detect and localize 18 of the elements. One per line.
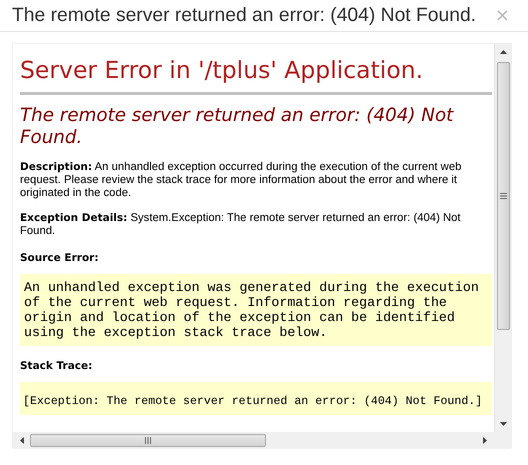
scroll-thumb[interactable] <box>30 434 266 447</box>
horizontal-scrollbar[interactable] <box>13 432 494 449</box>
error-message: The remote server returned an error: (404) Not Found. <box>20 105 455 149</box>
scroll-thumb[interactable] <box>496 62 510 330</box>
source-error-code: An unhandled exception was generated during the execution of the current web request. Information regarding the origin and location of the exception can be identified using the exception stack trace below. <box>20 274 492 346</box>
left-arrow-icon[interactable] <box>20 437 24 444</box>
down-arrow-icon[interactable] <box>500 422 506 426</box>
description-text: Description: An unhandled exception occurred during the execution of the current web request. Please review the stack trace for more information about the error and where it originated in the code. <box>20 161 462 200</box>
page-heading: Server Error in '/tplus' Application. <box>20 56 424 84</box>
exception-details-text: Exception Details: System.Exception: The remote server returned an error: (404) Not Found. <box>20 212 462 238</box>
stack-trace-code: [Exception: The remote server returned an error: (404) Not Found.] <box>20 382 492 415</box>
vertical-scrollbar[interactable] <box>494 44 511 432</box>
up-arrow-icon[interactable] <box>500 50 506 54</box>
close-button[interactable]: × <box>494 5 510 26</box>
window-title: The remote server returned an error: (404) Not Found. <box>12 4 476 26</box>
section-label: Stack Trace: <box>20 360 94 372</box>
section-label: Source Error: <box>20 252 100 264</box>
right-arrow-icon[interactable] <box>483 437 487 444</box>
